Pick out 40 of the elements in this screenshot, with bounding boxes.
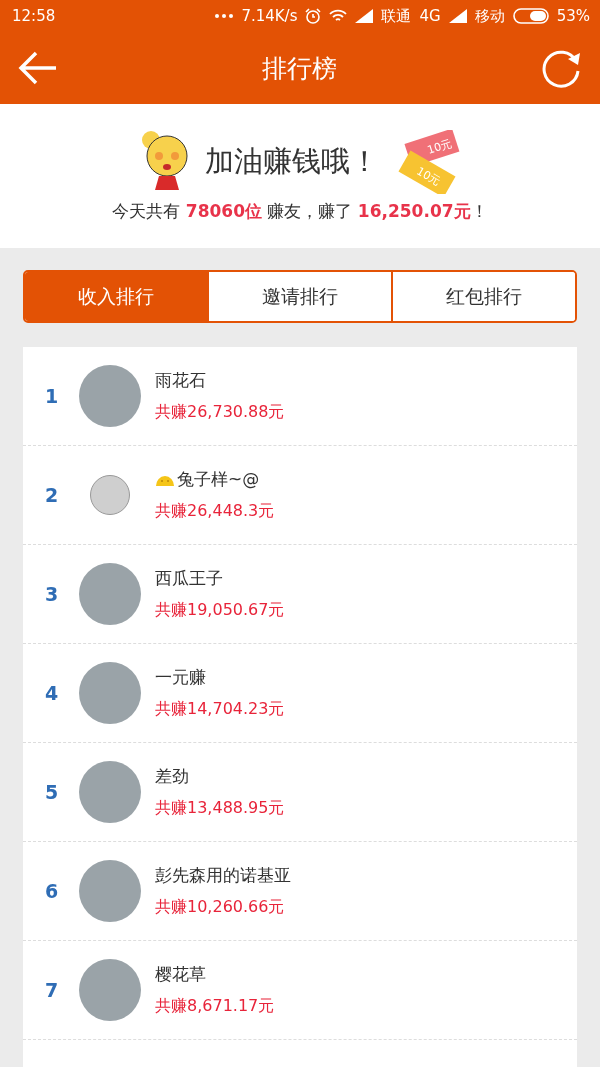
user-name: 樱花草 <box>155 963 206 986</box>
summary-text: 今天共有 78060位 赚友，赚了 16,250.07元！ <box>112 199 488 223</box>
earned-amount: 共赚26,448.3元 <box>155 501 275 522</box>
ranking-tab[interactable]: 红包排行 <box>391 272 575 321</box>
rank-number: 4 <box>45 682 60 704</box>
rank-number: 2 <box>45 484 60 506</box>
user-name: 差劲 <box>155 765 189 788</box>
rank-number: 1 <box>45 385 60 407</box>
emoji-icon <box>155 473 175 486</box>
signal-icon <box>355 9 374 23</box>
earned-amount: 共赚8,671.17元 <box>155 996 275 1017</box>
earned-amount: 共赚26,730.88元 <box>155 402 285 423</box>
network-speed: 7.14K/s <box>241 7 298 25</box>
banner-title: 加油赚钱哦！ <box>205 142 379 180</box>
earned-amount: 共赚10,260.66元 <box>155 897 286 918</box>
page-title: 排行榜 <box>261 52 337 85</box>
earned-amount: 共赚14,704.23元 <box>155 699 285 720</box>
earned-amount: 共赚19,050.67元 <box>155 600 285 621</box>
clock-time: 12:58 <box>12 7 56 25</box>
user-name: 彭先森用的诺基亚 <box>155 864 291 887</box>
carrier-name: 联通 <box>381 6 412 26</box>
signal-icon <box>448 9 467 23</box>
network-type: 4G <box>419 7 441 25</box>
wifi-icon <box>329 9 348 23</box>
user-name: 一元赚 <box>155 666 206 689</box>
battery-level: 53% <box>556 7 590 25</box>
user-name: 兔子样~@ <box>177 468 260 491</box>
rank-number: 5 <box>45 781 60 803</box>
more-dots-icon <box>215 14 234 18</box>
back-button[interactable] <box>18 51 58 85</box>
battery-icon <box>512 8 549 24</box>
carrier-name: 移动 <box>474 6 505 26</box>
earned-amount: 共赚13,488.95元 <box>155 798 285 819</box>
rank-number: 3 <box>45 583 60 605</box>
user-name: 雨花石 <box>155 369 206 392</box>
alarm-clock-icon <box>305 8 322 24</box>
ranking-tab[interactable]: 收入排行 <box>25 272 207 321</box>
rank-number: 6 <box>45 880 60 902</box>
user-name: 西瓜王子 <box>155 567 223 590</box>
rank-number: 7 <box>45 979 60 1001</box>
